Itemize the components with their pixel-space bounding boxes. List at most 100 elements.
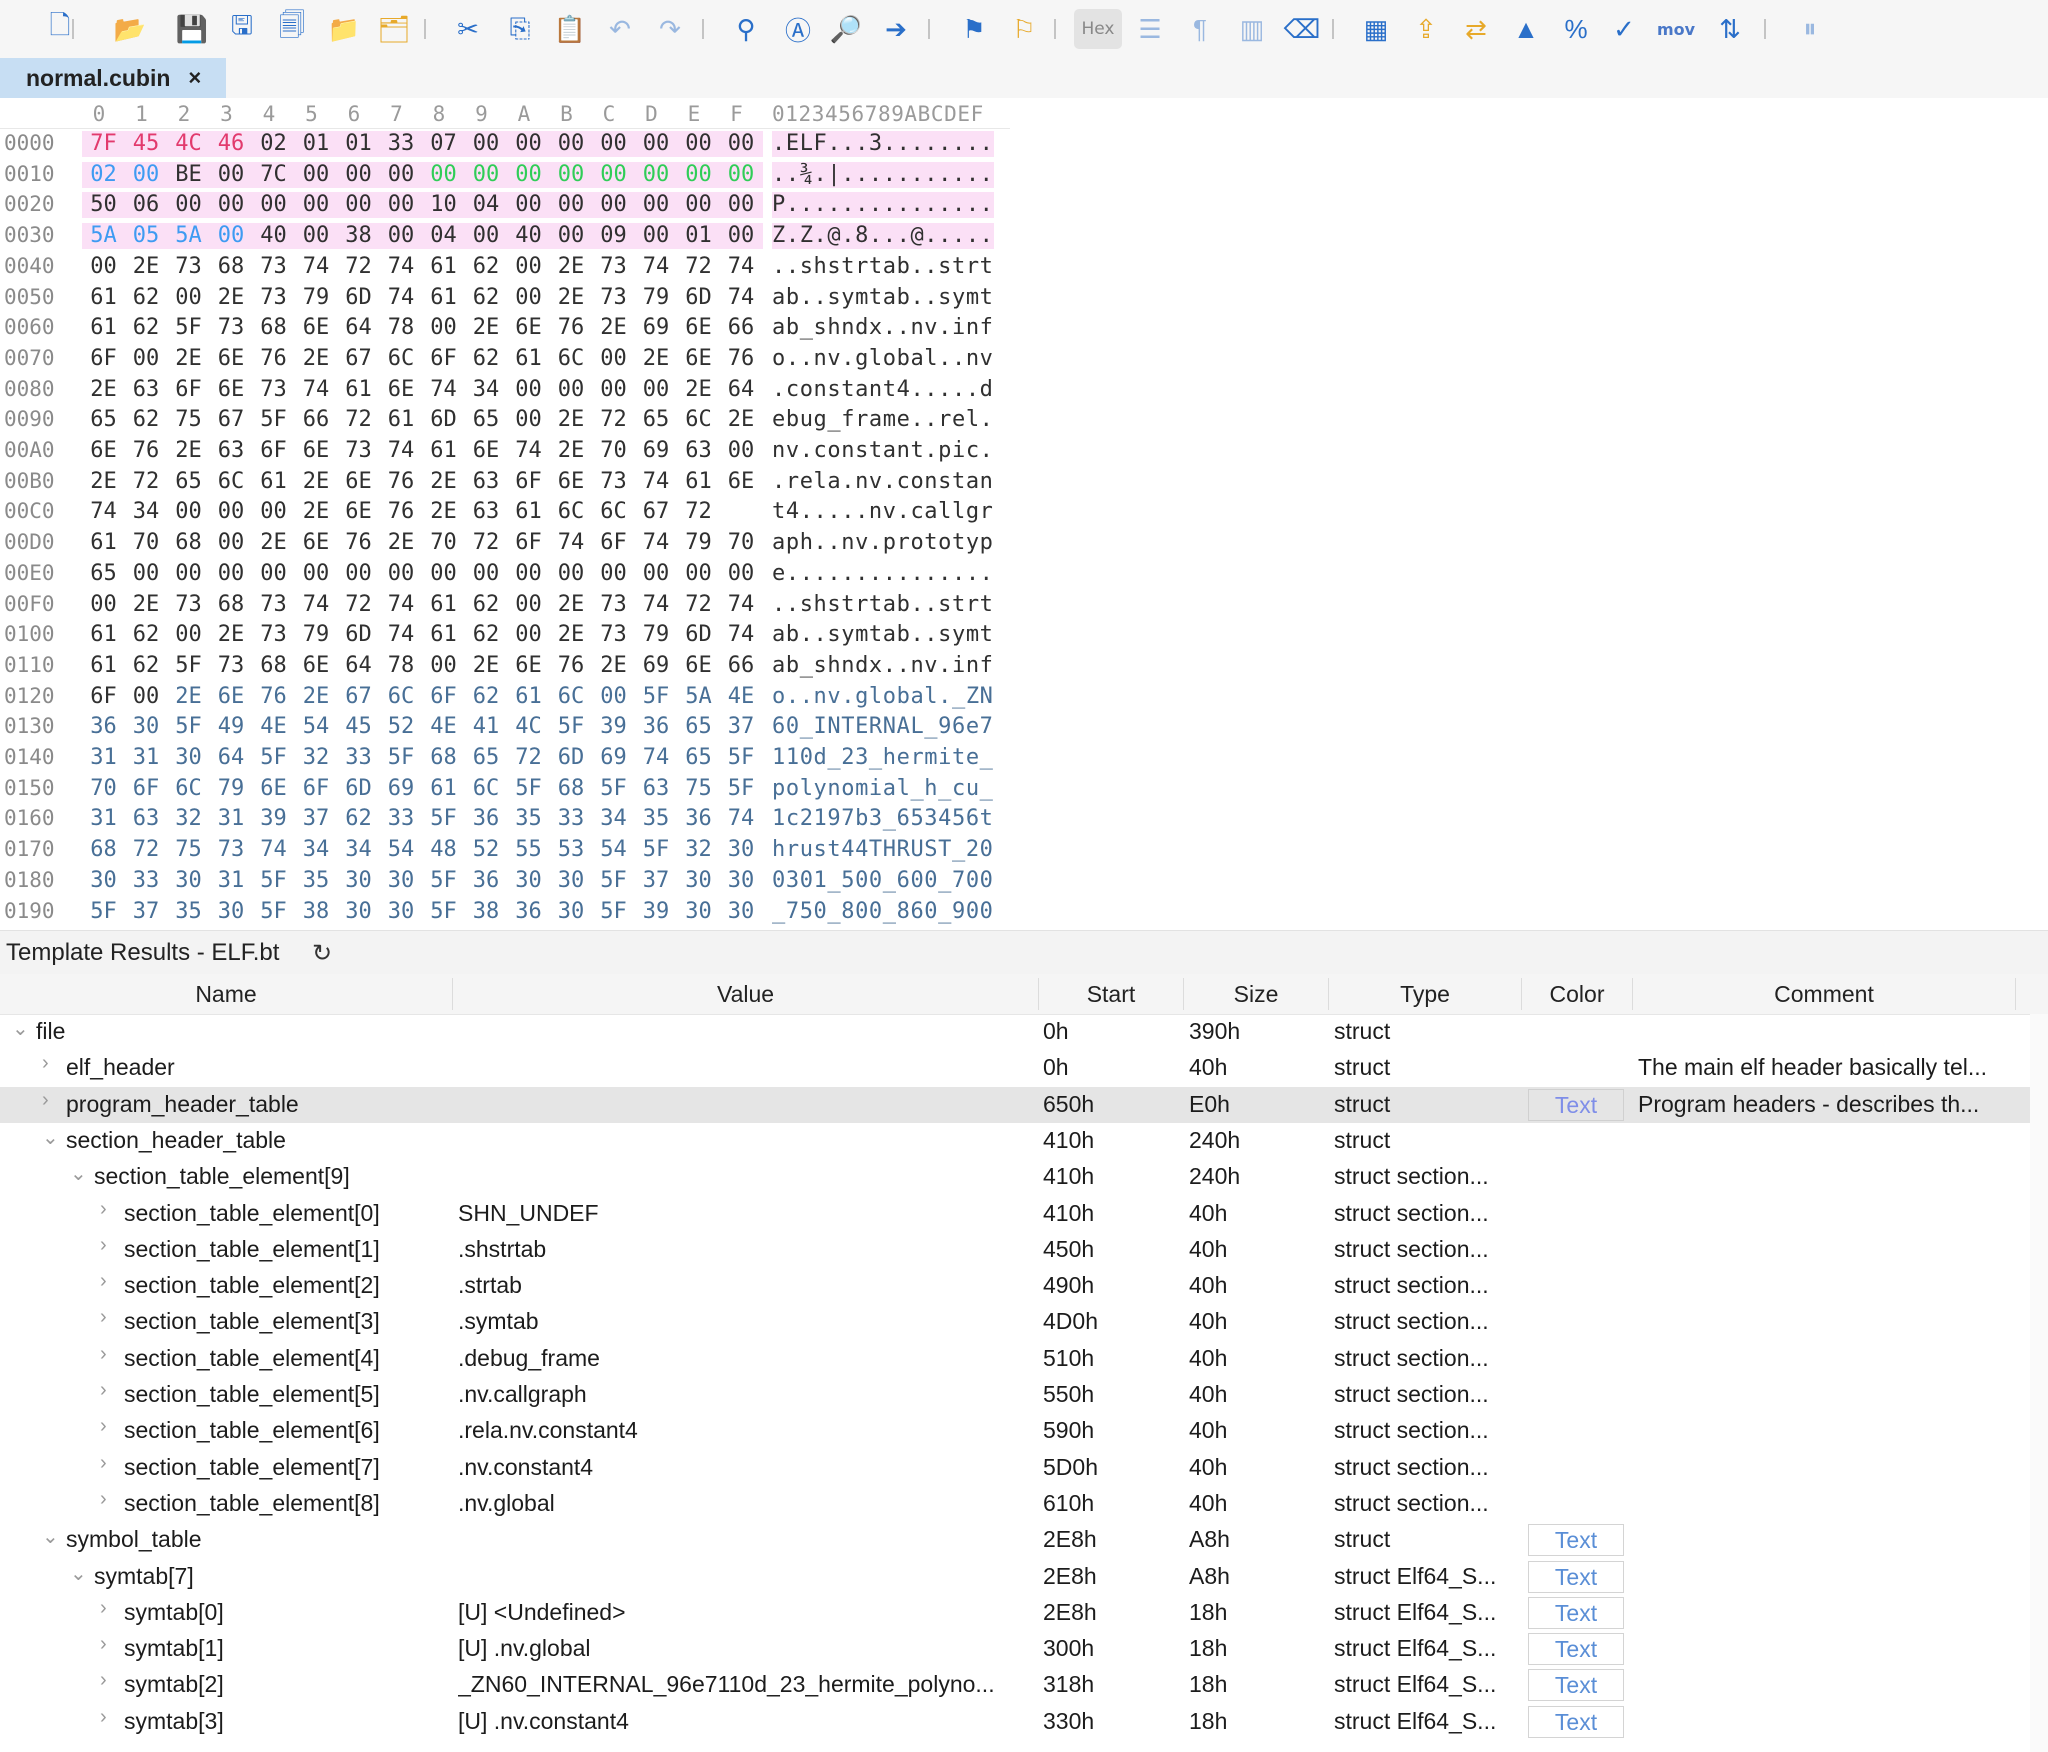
- hex-byte[interactable]: BE: [167, 161, 210, 188]
- hex-byte[interactable]: 2E: [550, 622, 593, 648]
- hex-row[interactable]: 0080 2E 63 6F 6E 73 74 61 6E 74 34 00 00 00 00 2E 64 .con…: [0, 375, 1010, 406]
- hex-byte[interactable]: 30: [550, 868, 593, 894]
- hex-byte[interactable]: 70: [125, 530, 168, 556]
- hex-byte[interactable]: 33: [379, 131, 423, 157]
- hex-byte[interactable]: 00: [124, 161, 168, 188]
- hex-byte[interactable]: 6F: [167, 377, 210, 403]
- hex-byte[interactable]: 68: [167, 530, 210, 556]
- hex-byte[interactable]: 61: [82, 530, 125, 556]
- hex-byte[interactable]: 37: [125, 899, 168, 925]
- chevron-right-icon[interactable]: ›: [100, 1198, 107, 1221]
- hex-byte[interactable]: 30: [507, 868, 550, 894]
- undo-icon[interactable]: ↶: [600, 9, 640, 49]
- ascii-text[interactable]: ab_shndx..nv.inf: [772, 315, 994, 341]
- hex-byte[interactable]: 00: [209, 192, 253, 219]
- chevron-down-icon[interactable]: ⌄: [42, 1524, 59, 1549]
- hex-byte[interactable]: 75: [167, 837, 210, 863]
- hex-byte[interactable]: 6E: [295, 653, 338, 679]
- hex-byte[interactable]: 79: [677, 530, 720, 556]
- hex-byte[interactable]: 36: [507, 899, 550, 925]
- hex-byte[interactable]: 00: [464, 131, 508, 157]
- hex-byte[interactable]: 00: [550, 561, 593, 587]
- hex-byte[interactable]: 75: [167, 407, 210, 433]
- hex-byte[interactable]: 73: [167, 592, 210, 618]
- hex-byte[interactable]: 74: [635, 469, 678, 495]
- hex-byte[interactable]: 5F: [252, 899, 295, 925]
- hex-byte[interactable]: 4C: [167, 131, 210, 157]
- hex-byte[interactable]: 74: [635, 745, 678, 771]
- hex-byte[interactable]: 37: [635, 868, 678, 894]
- hex-byte[interactable]: 69: [380, 776, 423, 802]
- hex-byte[interactable]: 30: [337, 899, 380, 925]
- hex-byte[interactable]: 61: [422, 592, 465, 618]
- hex-byte[interactable]: 00: [337, 192, 380, 219]
- hex-byte[interactable]: 66: [720, 315, 763, 341]
- hex-byte[interactable]: 6D: [677, 622, 720, 648]
- hex-byte[interactable]: 74: [295, 592, 338, 618]
- hex-byte[interactable]: 6C: [465, 776, 508, 802]
- hex-byte[interactable]: 74: [635, 530, 678, 556]
- hex-byte[interactable]: 41: [465, 714, 508, 740]
- hex-byte[interactable]: 74: [635, 254, 678, 280]
- hex-byte[interactable]: 66: [720, 653, 763, 679]
- template-row[interactable]: › section_table_element[5] .nv.callgraph 55…: [0, 1377, 2048, 1413]
- hex-byte[interactable]: 00: [125, 561, 168, 587]
- hex-byte[interactable]: 00: [720, 561, 763, 587]
- hex-byte[interactable]: 65: [465, 745, 508, 771]
- hex-byte[interactable]: 5F: [592, 899, 635, 925]
- hex-byte[interactable]: 4E: [422, 714, 465, 740]
- paragraph-icon[interactable]: ¶: [1180, 9, 1220, 49]
- hex-byte[interactable]: 63: [635, 776, 678, 802]
- template-row[interactable]: › elf_header 0h 40h struct The main elf heade…: [0, 1050, 2048, 1086]
- chevron-right-icon[interactable]: ›: [100, 1597, 107, 1620]
- hex-byte[interactable]: 70: [82, 776, 125, 802]
- hex-byte[interactable]: 6C: [550, 346, 593, 372]
- chevron-right-icon[interactable]: ›: [42, 1052, 49, 1075]
- hex-byte[interactable]: 00: [592, 161, 635, 188]
- hex-byte[interactable]: 2E: [550, 407, 593, 433]
- ascii-text[interactable]: Z.Z.@.8...@.....: [772, 223, 994, 250]
- hex-byte[interactable]: 74: [380, 622, 423, 648]
- hex-byte[interactable]: 6C: [550, 499, 593, 525]
- hex-byte[interactable]: 38: [337, 223, 380, 250]
- copy-icon[interactable]: ⎘: [500, 9, 540, 49]
- hex-byte[interactable]: 2E: [592, 653, 635, 679]
- hex-byte[interactable]: 36: [82, 714, 125, 740]
- hex-byte[interactable]: 76: [550, 315, 593, 341]
- hex-byte[interactable]: 00: [592, 377, 635, 403]
- chevron-right-icon[interactable]: ›: [100, 1669, 107, 1692]
- hex-byte[interactable]: 38: [295, 899, 338, 925]
- hex-byte[interactable]: 40: [252, 223, 295, 250]
- chevron-right-icon[interactable]: ›: [100, 1706, 107, 1729]
- hex-byte[interactable]: 6E: [295, 438, 338, 464]
- hex-byte[interactable]: 2E: [465, 653, 508, 679]
- hex-byte[interactable]: 63: [677, 438, 720, 464]
- ascii-text[interactable]: ab_shndx..nv.inf: [772, 653, 994, 679]
- hex-byte[interactable]: 6E: [210, 684, 253, 710]
- hex-byte[interactable]: 63: [210, 438, 253, 464]
- hex-row[interactable]: 0140 31 31 30 64 5F 32 33 5F 68 65 72 6D 69 74 65 5F 110d…: [0, 743, 1010, 774]
- hex-byte[interactable]: 6E: [252, 776, 295, 802]
- hex-byte[interactable]: 61: [422, 776, 465, 802]
- hex-byte[interactable]: 73: [592, 285, 635, 311]
- hex-byte[interactable]: 64: [337, 653, 380, 679]
- hex-byte[interactable]: 00: [635, 377, 678, 403]
- template-row[interactable]: › symtab[3] [U] .nv.constant4 330h 18h struct…: [0, 1704, 2048, 1740]
- hex-byte[interactable]: 69: [635, 315, 678, 341]
- hex-byte[interactable]: 6E: [210, 377, 253, 403]
- hex-byte[interactable]: 50: [82, 192, 125, 219]
- template-row[interactable]: › section_table_element[7] .nv.constant4 5D…: [0, 1450, 2048, 1486]
- hex-byte[interactable]: 74: [422, 377, 465, 403]
- hex-byte[interactable]: 30: [167, 868, 210, 894]
- hex-byte[interactable]: 62: [465, 285, 508, 311]
- refresh-icon[interactable]: ↻: [312, 939, 332, 968]
- hex-byte[interactable]: 30: [210, 899, 253, 925]
- hex-byte[interactable]: 00: [592, 131, 635, 157]
- hex-byte[interactable]: 34: [592, 806, 635, 832]
- hex-byte[interactable]: 49: [210, 714, 253, 740]
- template-row[interactable]: › symtab[0] [U] <Undefined> 2E8h 18h struct E…: [0, 1595, 2048, 1631]
- hex-byte[interactable]: 63: [125, 806, 168, 832]
- hex-byte[interactable]: 00: [465, 561, 508, 587]
- hex-byte[interactable]: 30: [720, 868, 763, 894]
- hex-row[interactable]: 0070 6F 00 2E 6E 76 2E 67 6C 6F 62 61 6C 00 2E 6E 76 o..n…: [0, 344, 1010, 375]
